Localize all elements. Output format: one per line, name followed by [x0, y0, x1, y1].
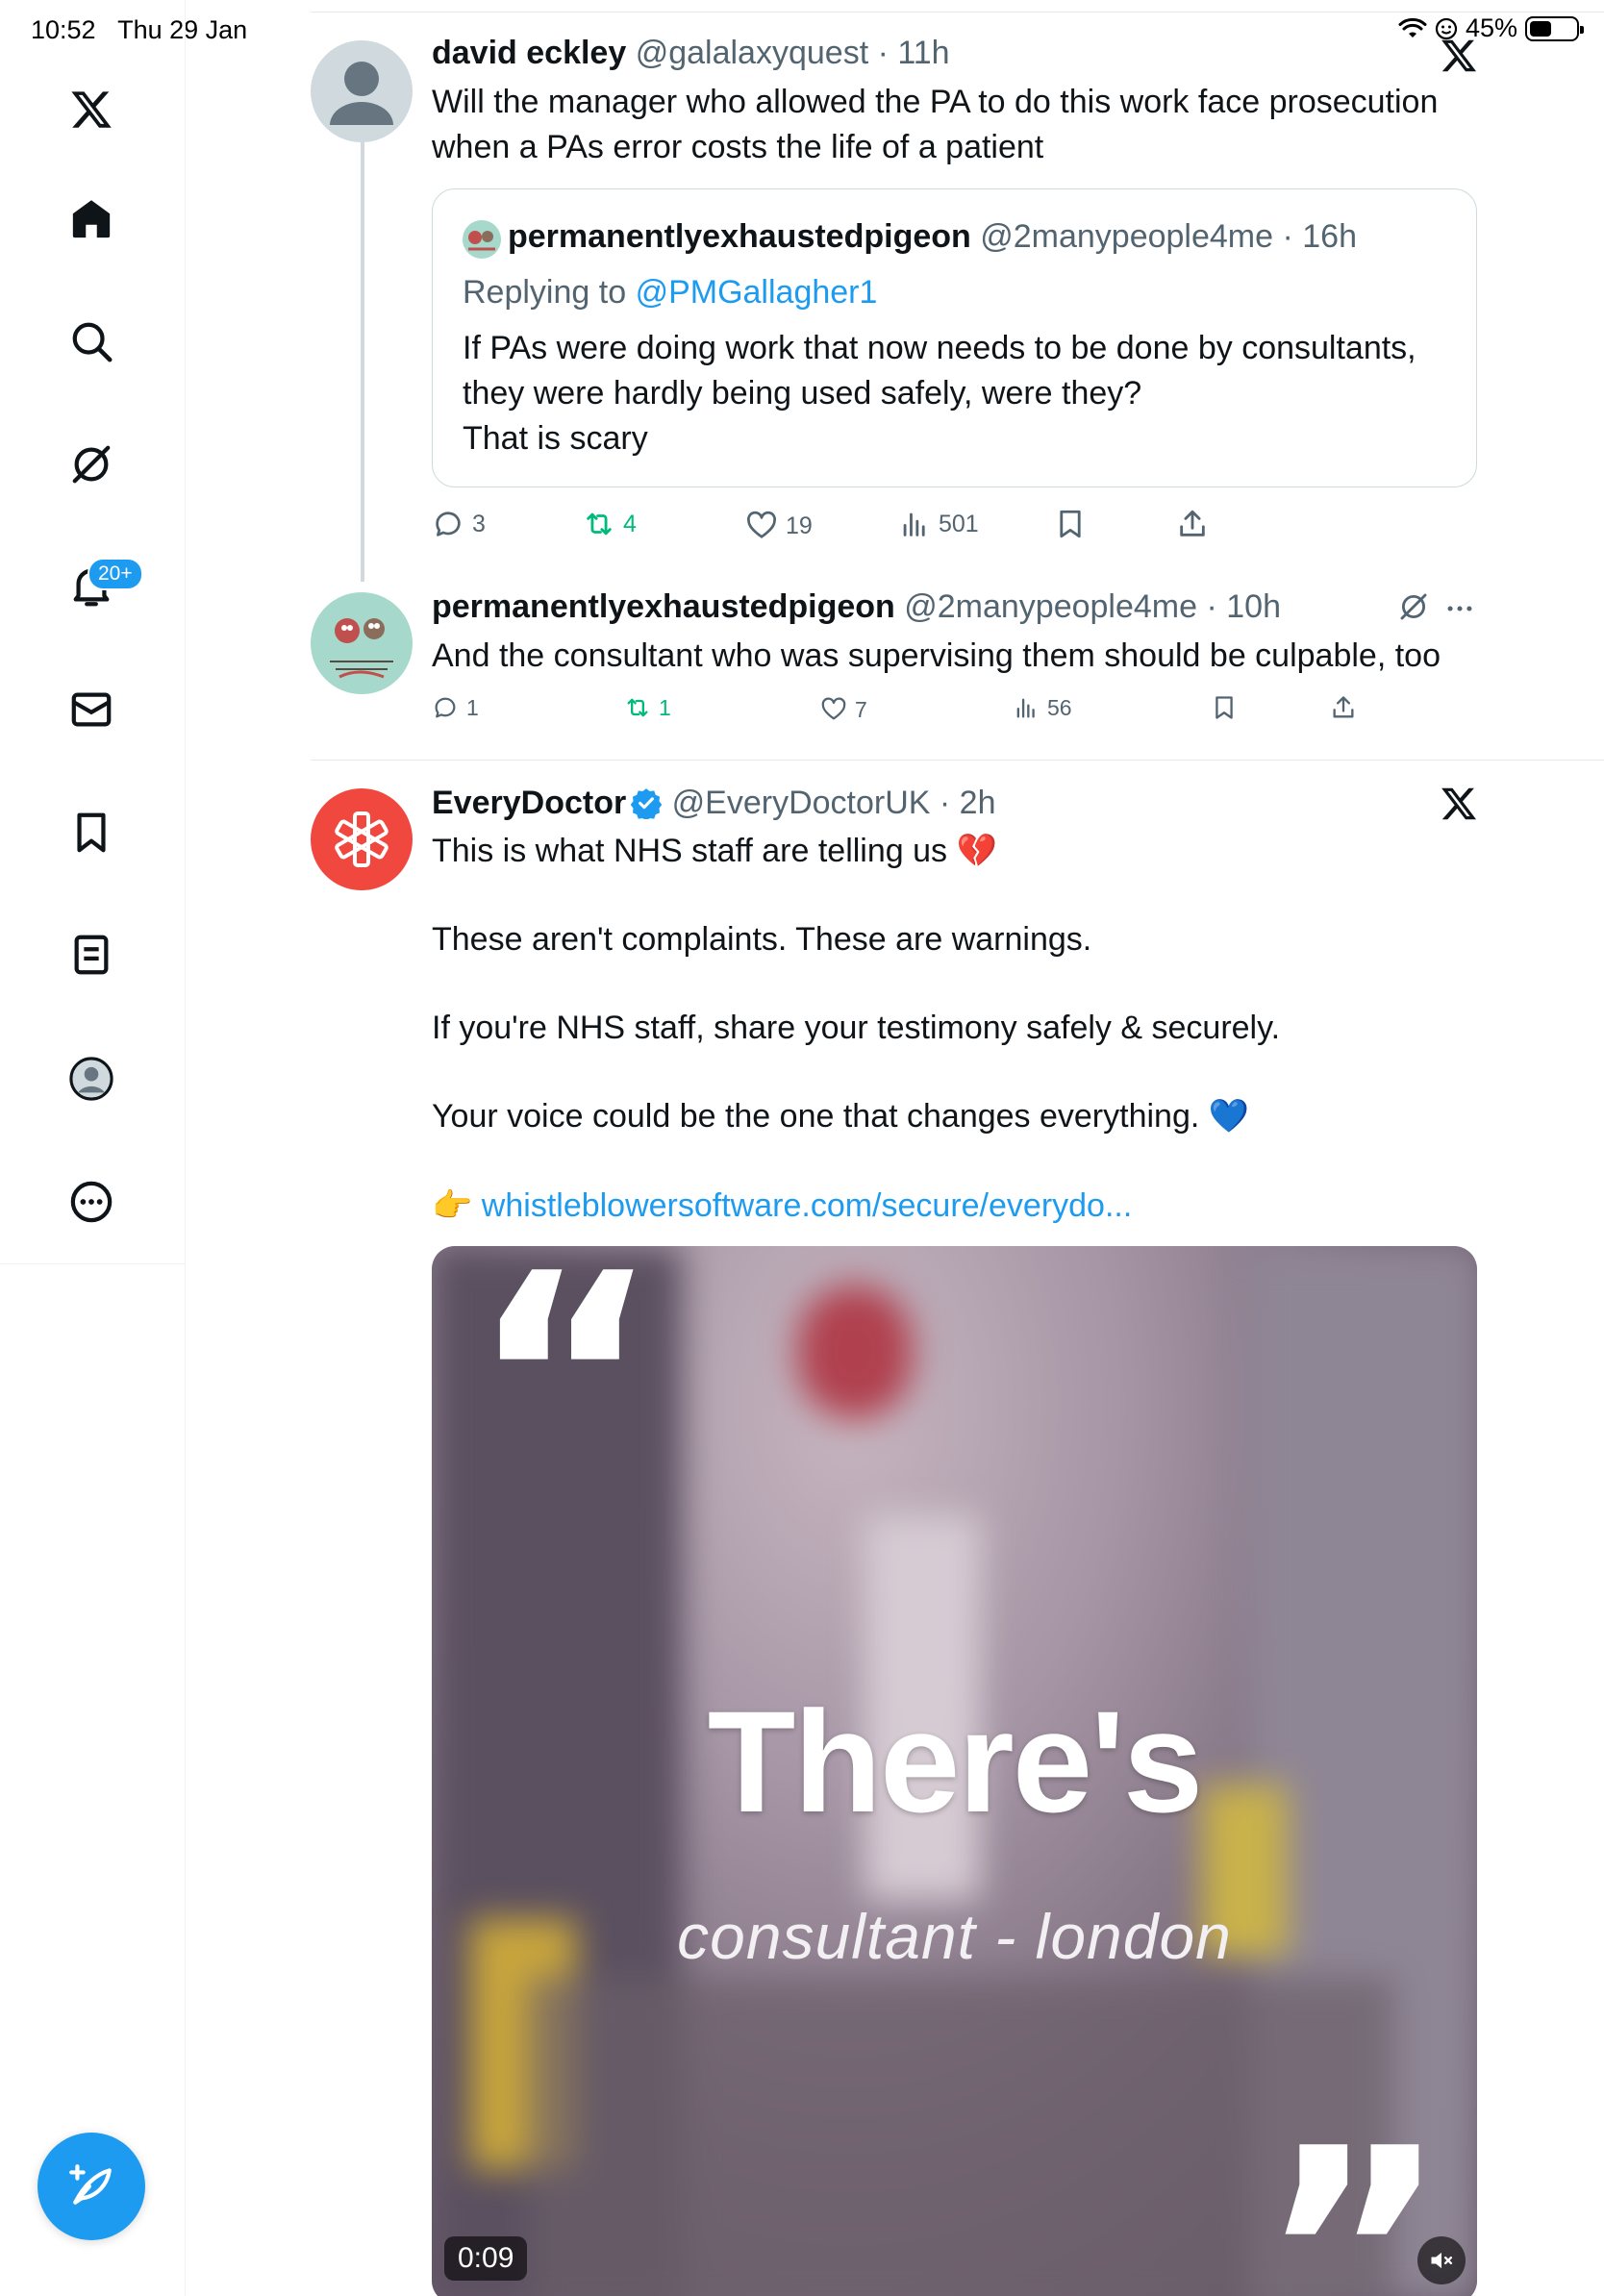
pointing-hand-icon: 👉 — [432, 1187, 473, 1224]
repost-button[interactable]: 1 — [624, 694, 671, 721]
notifications-badge: 20+ — [88, 558, 143, 590]
thread-connector — [361, 135, 364, 582]
home-icon[interactable] — [63, 190, 120, 248]
author-name[interactable]: EveryDoctor — [432, 785, 626, 821]
timeline: david eckley @galalaxyquest · 11h Will t… — [186, 0, 1604, 2296]
share-button[interactable] — [1330, 694, 1357, 721]
close-icon[interactable] — [1440, 37, 1478, 75]
author-name[interactable]: david eckley — [432, 35, 626, 71]
tweet-text-line: Your voice could be the one that changes… — [432, 1098, 1250, 1135]
analytics-icon — [903, 512, 925, 537]
author-handle[interactable]: @galalaxyquest — [636, 35, 868, 71]
share-icon — [1180, 510, 1205, 537]
reply-icon — [435, 697, 456, 718]
heart-icon — [747, 511, 776, 538]
quoted-header: permanentlyexhaustedpigeon @2manypeople4… — [508, 218, 1357, 255]
heart-icon — [821, 697, 846, 720]
muted-speaker-icon — [1431, 2252, 1453, 2269]
like-button[interactable]: 7 — [820, 696, 867, 723]
avatar[interactable] — [311, 788, 413, 890]
bookmark-button[interactable] — [1054, 508, 1087, 540]
share-icon — [1333, 696, 1354, 718]
repost-icon — [627, 698, 648, 717]
tweet-link-line: 👉 whistleblowersoftware.com/secure/every… — [432, 1184, 1132, 1229]
sidebar-divider — [0, 1263, 186, 1264]
compose-button[interactable] — [38, 2133, 145, 2240]
replying-to: Replying to @PMGallagher1 — [463, 274, 878, 311]
author-handle[interactable]: @EveryDoctorUK — [672, 785, 931, 821]
more-options-icon[interactable] — [1443, 592, 1476, 625]
profile-icon[interactable] — [63, 1050, 120, 1108]
mention-link[interactable]: @PMGallagher1 — [636, 274, 878, 311]
bookmark-button[interactable] — [1211, 694, 1238, 721]
tweet-header: EveryDoctor @EveryDoctorUK · 2h — [432, 785, 996, 821]
video-headline: There's — [707, 1681, 1204, 1842]
bookmark-icon — [1060, 510, 1081, 538]
grok-icon[interactable] — [63, 436, 120, 493]
messages-icon[interactable] — [63, 681, 120, 738]
author-handle[interactable]: @2manypeople4me — [904, 588, 1197, 625]
repost-icon — [587, 512, 612, 536]
tweet-text: Will the manager who allowed the PA to d… — [432, 84, 1439, 165]
quoted-author-handle: @2manypeople4me — [980, 218, 1274, 255]
tweet-time[interactable]: 10h — [1226, 588, 1281, 625]
tweet-text: And the consultant who was supervising t… — [432, 637, 1441, 674]
analytics-icon — [1016, 698, 1035, 718]
tweet-text-line: If you're NHS staff, share your testimon… — [432, 1010, 1281, 1046]
bookmark-icon — [1216, 696, 1233, 719]
tweet-divider — [311, 760, 1604, 761]
video-duration: 0:09 — [444, 2236, 528, 2281]
lists-icon[interactable] — [63, 926, 120, 984]
x-logo-icon[interactable] — [1440, 785, 1478, 823]
reply-button[interactable]: 1 — [432, 694, 479, 721]
bookmarks-icon[interactable] — [63, 804, 120, 861]
quoted-tweet-time: 16h — [1302, 218, 1357, 255]
open-quote-mark: “ — [470, 1246, 661, 1548]
external-link[interactable]: whistleblowersoftware.com/secure/everydo… — [482, 1187, 1133, 1224]
quoted-avatar — [463, 220, 501, 259]
sidebar: 20+ — [0, 0, 186, 2296]
quoted-text: If PAs were doing work that now needs to… — [463, 330, 1416, 457]
quoted-author-name: permanentlyexhaustedpigeon — [508, 218, 971, 255]
reply-icon — [436, 512, 461, 537]
views-button[interactable]: 501 — [898, 508, 979, 540]
search-icon[interactable] — [63, 312, 120, 370]
repost-button[interactable]: 4 — [583, 508, 637, 540]
avatar[interactable] — [311, 40, 413, 142]
tweet-header: david eckley @galalaxyquest · 11h — [432, 35, 950, 71]
more-icon[interactable] — [63, 1173, 120, 1231]
like-button[interactable]: 19 — [745, 510, 813, 542]
tweet-time[interactable]: 2h — [960, 785, 996, 821]
views-button[interactable]: 56 — [1013, 694, 1072, 721]
quoted-tweet[interactable]: permanentlyexhaustedpigeon @2manypeople4… — [432, 188, 1477, 487]
avatar[interactable] — [311, 592, 413, 694]
compose-icon — [69, 2164, 112, 2205]
mute-button[interactable] — [1417, 2236, 1466, 2284]
tweet-text-line: These aren't complaints. These are warni… — [432, 921, 1092, 958]
video-caption: consultant - london — [677, 1901, 1232, 1972]
tweet-header: permanentlyexhaustedpigeon @2manypeople4… — [432, 588, 1281, 625]
grok-icon[interactable] — [1397, 590, 1430, 623]
x-logo-icon[interactable] — [63, 81, 120, 138]
share-button[interactable] — [1176, 508, 1209, 540]
tweet-text-line: This is what NHS staff are telling us 💔 — [432, 833, 997, 869]
video-player[interactable]: “ ” There's consultant - london 0:09 — [432, 1246, 1477, 2296]
tweet-time[interactable]: 11h — [897, 35, 949, 71]
author-name[interactable]: permanentlyexhaustedpigeon — [432, 588, 895, 625]
reply-button[interactable]: 3 — [432, 508, 486, 540]
verified-badge-icon — [630, 788, 663, 819]
